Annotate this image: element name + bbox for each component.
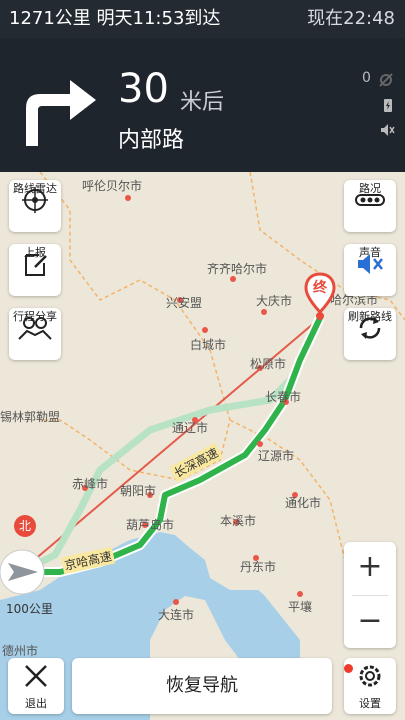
turn-right-icon xyxy=(26,80,96,146)
map-label: 长春市 xyxy=(265,390,302,404)
map-label: 通化市 xyxy=(285,496,322,510)
traffic-icon xyxy=(355,194,385,206)
map-label: 通辽市 xyxy=(172,421,209,435)
current-time: 现在22:48 xyxy=(307,8,395,29)
turn-distance: 30 xyxy=(118,66,169,112)
map-label: 辽源市 xyxy=(258,449,295,463)
zoom-control: + − xyxy=(344,542,396,648)
map-label: 兴安盟 xyxy=(166,296,203,310)
traffic-button[interactable]: 路况 xyxy=(344,180,396,232)
settings-label: 设置 xyxy=(359,697,381,710)
destination-label: 终 xyxy=(313,280,327,296)
scale-label: 100公里 xyxy=(6,602,53,616)
next-road-name: 内部路 xyxy=(118,128,185,153)
distance-unit: 米后 xyxy=(180,90,225,115)
report-button[interactable]: 上报 xyxy=(9,244,61,296)
map-label: 本溪市 xyxy=(220,514,257,528)
resume-navigation-button[interactable]: 恢复导航 xyxy=(72,658,332,714)
zoom-out-button[interactable]: − xyxy=(344,596,396,648)
sound-button[interactable]: 声音 xyxy=(344,244,396,296)
map-label: 呼伦贝尔市 xyxy=(82,179,143,193)
map-label: 丹东市 xyxy=(240,560,277,574)
map-label: 葫芦岛市 xyxy=(126,518,175,532)
trip-summary: 1271公里 明天11:53到达 xyxy=(9,8,221,29)
sound-muted-icon xyxy=(358,254,383,274)
exit-button[interactable]: 退出 xyxy=(8,658,64,714)
current-location-icon xyxy=(0,549,45,595)
map-label: 锡林郭勒盟 xyxy=(0,410,61,424)
map-label: 大庆市 xyxy=(256,294,293,308)
map-label: 大连市 xyxy=(158,608,195,622)
gps-off-icon xyxy=(379,73,393,87)
mute-icon xyxy=(381,124,395,136)
close-icon xyxy=(25,665,47,687)
refresh-route-button[interactable]: 刷新路线 xyxy=(344,308,396,360)
map-scale: 100公里 xyxy=(6,602,53,616)
battery-icon xyxy=(384,99,392,112)
map-label: 平壤 xyxy=(288,600,313,614)
radar-icon xyxy=(22,187,48,213)
share-trip-button[interactable]: 行程分享 xyxy=(9,308,61,360)
status-bar: 1271公里 明天11:53到达 现在22:48 xyxy=(0,0,405,38)
route-radar-button[interactable]: 路线雷达 xyxy=(9,180,61,232)
speed-camera-count: 0 xyxy=(362,70,371,86)
map-label: 松原市 xyxy=(250,357,287,371)
navigation-header: 30 米后 内部路 0 xyxy=(0,38,405,172)
refresh-icon xyxy=(359,317,381,339)
bottom-bar: 退出 恢复导航 设置 xyxy=(0,656,405,720)
map-label: 朝阳市 xyxy=(120,484,157,498)
edit-icon xyxy=(25,254,47,276)
zoom-in-button[interactable]: + xyxy=(344,542,396,594)
destination-marker[interactable]: 终 xyxy=(304,272,336,320)
share-location-icon xyxy=(18,317,52,340)
map-label: 赤峰市 xyxy=(72,477,109,491)
notification-dot xyxy=(344,664,353,673)
exit-label: 退出 xyxy=(25,697,47,710)
map-label: 白城市 xyxy=(190,338,227,352)
north-compass[interactable]: 北 xyxy=(14,515,36,537)
gear-icon xyxy=(359,665,381,687)
map-label: 齐齐哈尔市 xyxy=(207,262,268,276)
